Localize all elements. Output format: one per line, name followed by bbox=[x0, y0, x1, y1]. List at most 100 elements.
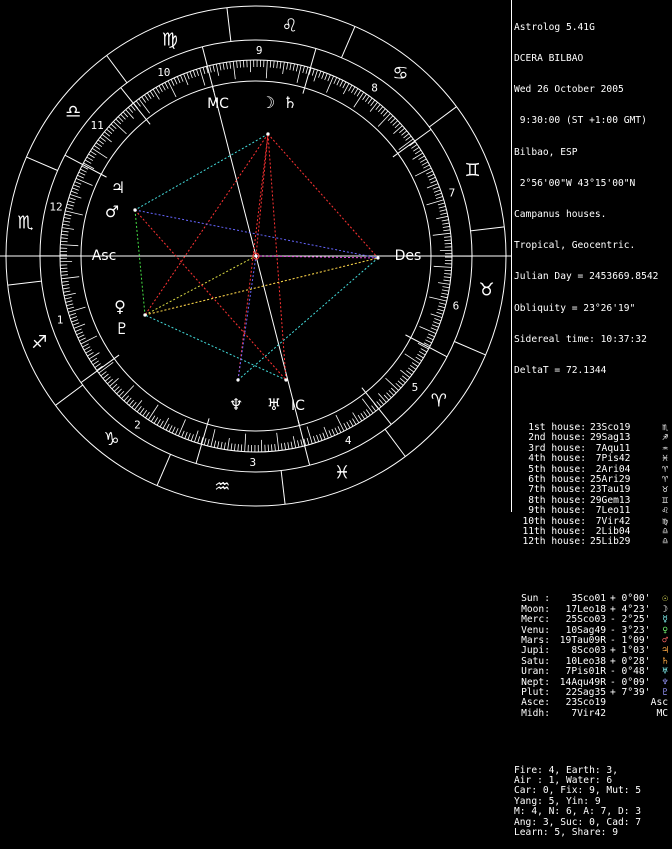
degree-tick bbox=[411, 144, 417, 148]
degree-tick bbox=[429, 297, 447, 301]
degree-tick bbox=[73, 323, 80, 325]
degree-tick bbox=[442, 290, 449, 291]
aspect-line bbox=[145, 315, 286, 380]
zodiac-sign-icon: ♍ bbox=[162, 29, 178, 50]
degree-tick bbox=[238, 444, 239, 451]
degree-tick bbox=[440, 213, 447, 215]
degree-tick bbox=[353, 413, 359, 423]
degree-tick bbox=[406, 136, 412, 140]
degree-tick bbox=[175, 428, 178, 434]
degree-tick bbox=[153, 89, 159, 99]
degree-tick bbox=[89, 154, 95, 158]
mercury-icon: ♂ bbox=[105, 202, 119, 221]
degree-tick bbox=[442, 220, 449, 221]
planet-position: 7Pis01R bbox=[550, 667, 606, 677]
planet-position: 14Aqu49R bbox=[550, 678, 606, 688]
degree-tick bbox=[231, 443, 232, 450]
degree-tick bbox=[343, 82, 346, 88]
degree-tick bbox=[89, 353, 99, 359]
planet-position: 17Leo18 bbox=[550, 605, 606, 615]
zodiac-sign-icon: ♏ bbox=[17, 212, 33, 233]
planet-point bbox=[254, 254, 257, 257]
degree-tick bbox=[377, 401, 381, 406]
degree-tick bbox=[420, 159, 426, 162]
degree-tick bbox=[233, 61, 235, 79]
degree-tick bbox=[137, 406, 141, 412]
planet-glyph-icon: ♄ bbox=[662, 657, 668, 667]
degree-tick bbox=[79, 338, 85, 341]
house-cusp-line bbox=[298, 420, 310, 466]
degree-tick bbox=[177, 77, 180, 83]
degree-tick bbox=[290, 63, 291, 70]
degree-tick bbox=[328, 75, 331, 81]
degree-tick bbox=[351, 87, 355, 93]
degree-tick bbox=[438, 283, 450, 285]
degree-tick bbox=[415, 168, 431, 176]
degree-tick bbox=[398, 381, 403, 386]
degree-tick bbox=[423, 165, 429, 168]
degree-tick bbox=[378, 393, 386, 402]
degree-tick bbox=[184, 74, 188, 85]
degree-tick bbox=[67, 307, 74, 309]
degree-tick bbox=[434, 266, 452, 267]
degree-tick bbox=[157, 419, 161, 425]
degree-tick bbox=[317, 435, 319, 442]
degree-tick bbox=[433, 322, 440, 324]
degree-tick bbox=[313, 436, 315, 443]
degree-tick bbox=[87, 157, 93, 161]
planet-point bbox=[236, 378, 239, 381]
house-position: 2Ari04 bbox=[590, 464, 630, 475]
degree-tick bbox=[116, 119, 121, 124]
degree-tick bbox=[234, 444, 235, 451]
house-position: 23Sco19 bbox=[590, 422, 630, 433]
degree-tick bbox=[400, 370, 409, 377]
house-cusp-line bbox=[81, 355, 119, 383]
zodiac-sign-icon: ♑ bbox=[103, 429, 119, 450]
degree-tick bbox=[166, 424, 169, 430]
planet-row: Plut:22Sag35+ 7°39'♇ bbox=[514, 688, 672, 698]
planet-row: Asce:23Sco19Asc bbox=[514, 698, 672, 708]
degree-tick bbox=[396, 383, 401, 388]
degree-tick bbox=[65, 297, 72, 299]
degree-tick bbox=[77, 175, 83, 178]
julian-day: Julian Day = 2453669.8542 bbox=[514, 272, 672, 282]
degree-tick bbox=[383, 111, 388, 116]
house-number: 2 bbox=[134, 418, 141, 431]
house-position: 29Sag13 bbox=[590, 432, 630, 443]
zodiac-sign-icon: ♓ bbox=[334, 463, 350, 484]
degree-tick bbox=[69, 313, 76, 315]
degree-tick bbox=[293, 64, 294, 71]
degree-tick bbox=[70, 194, 81, 198]
degree-tick bbox=[145, 412, 149, 418]
panel-divider bbox=[511, 0, 512, 512]
degree-tick bbox=[150, 91, 154, 97]
degree-tick bbox=[271, 444, 272, 451]
degree-tick bbox=[68, 201, 75, 203]
house-position: 7Vir42 bbox=[590, 516, 630, 527]
degree-tick bbox=[61, 241, 68, 242]
degree-tick bbox=[182, 431, 185, 437]
house-number: 7 bbox=[449, 187, 456, 200]
degree-tick bbox=[71, 191, 78, 193]
degree-tick bbox=[171, 79, 174, 85]
degree-tick bbox=[223, 63, 224, 70]
degree-tick bbox=[277, 61, 278, 68]
degree-tick bbox=[80, 169, 86, 172]
degree-tick bbox=[85, 160, 91, 163]
planet-position: 10Sag49 bbox=[550, 626, 606, 636]
degree-tick bbox=[129, 400, 134, 405]
house-number: 6 bbox=[453, 300, 460, 313]
sign-boundary bbox=[281, 471, 285, 505]
degree-tick bbox=[444, 240, 451, 241]
degree-tick bbox=[319, 71, 321, 78]
degree-tick bbox=[61, 275, 68, 276]
degree-tick bbox=[376, 104, 380, 109]
degree-tick bbox=[111, 124, 116, 129]
sign-icon: ♎ bbox=[662, 527, 668, 537]
planet-glyph-icon: ♇ bbox=[662, 688, 668, 698]
degree-tick bbox=[347, 422, 350, 428]
zodiac-sign-icon: ♋ bbox=[392, 63, 408, 84]
degree-tick bbox=[391, 388, 396, 393]
planet-glyph-icon: ♅ bbox=[662, 667, 668, 677]
degree-tick bbox=[154, 417, 158, 423]
